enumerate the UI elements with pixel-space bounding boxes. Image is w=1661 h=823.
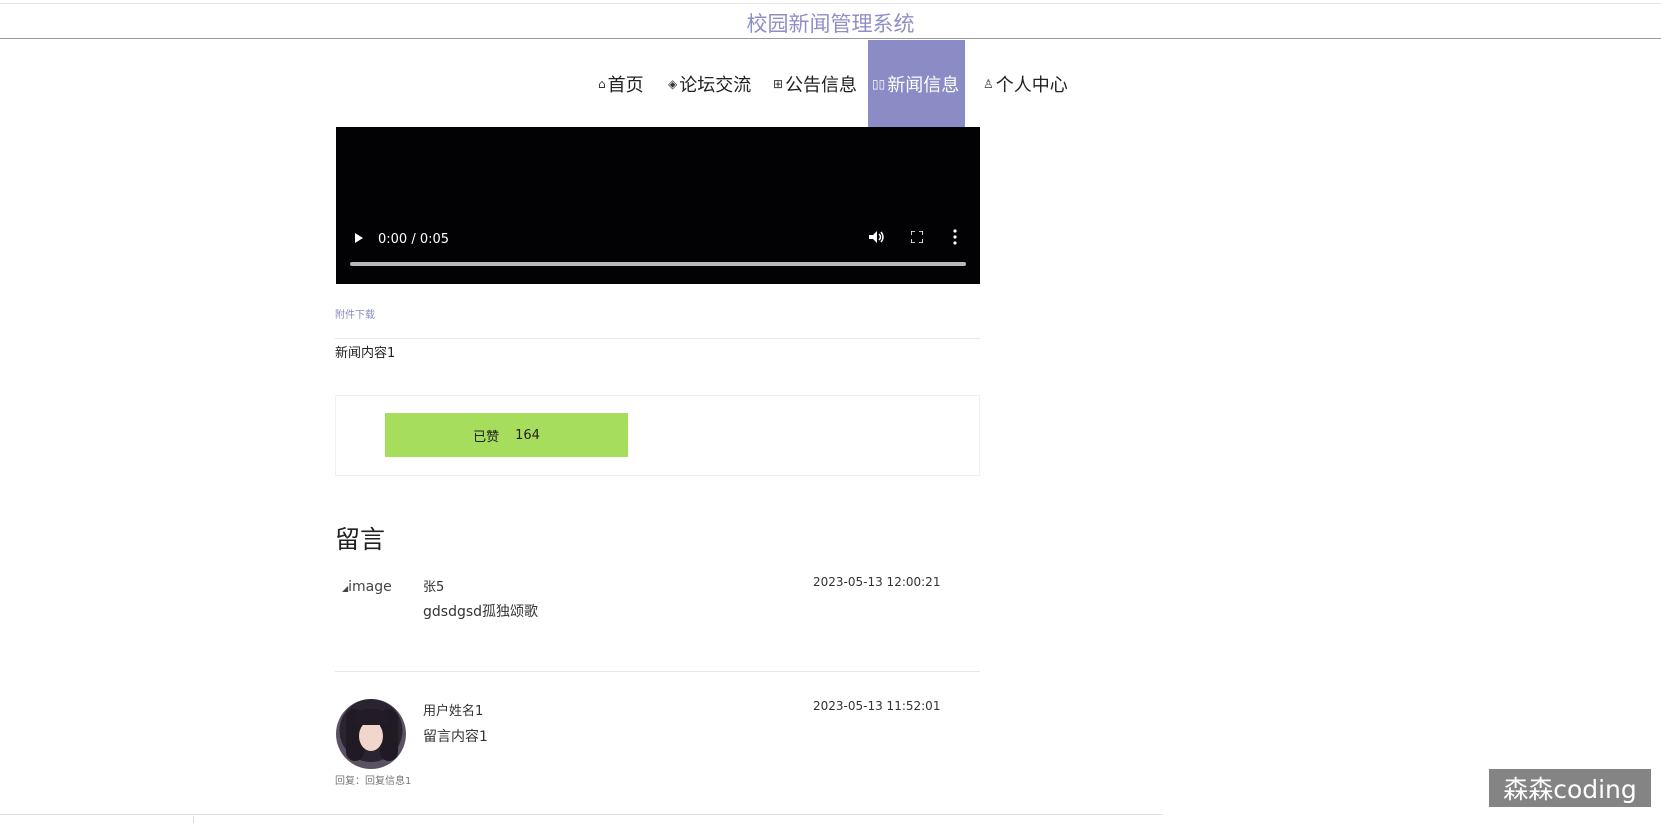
nav-item-announcements[interactable]: ⊞ 公告信息: [773, 40, 857, 128]
nav-item-label: 公告信息: [785, 75, 858, 96]
comment-reply: 回复：回复信息1: [335, 776, 412, 787]
comments-heading: 留言: [335, 525, 386, 554]
nav-item-label: 首页: [607, 75, 644, 96]
attachment-download-link[interactable]: 附件下载: [335, 306, 375, 321]
news-content: 新闻内容1: [335, 346, 396, 361]
book-icon: ▯▯: [872, 77, 886, 91]
like-panel: 已赞 164: [335, 395, 980, 476]
comment-time: 2023-05-13 12:00:21: [813, 575, 941, 589]
more-options-icon[interactable]: [953, 229, 957, 245]
fullscreen-icon[interactable]: [911, 231, 923, 243]
nav-item-label: 新闻信息: [887, 75, 960, 96]
content-divider: [335, 338, 980, 339]
layers-icon: ◈: [668, 77, 678, 91]
site-title: 校园新闻管理系统: [746, 12, 915, 36]
volume-icon[interactable]: [868, 230, 886, 244]
gift-icon: ⊞: [773, 77, 784, 91]
nav-item-news[interactable]: ▯▯ 新闻信息: [868, 40, 965, 128]
nav-item-forum[interactable]: ◈ 论坛交流: [668, 40, 751, 128]
top-border: [0, 3, 1661, 4]
main-nav: ⌂ 首页 ◈ 论坛交流 ⊞ 公告信息 ▯▯ 新闻信息 ♙ 个人中心: [0, 40, 1661, 128]
bottom-divider: [0, 814, 1163, 815]
avatar: [336, 699, 406, 769]
like-label: 已赞: [473, 429, 500, 445]
play-icon[interactable]: [355, 233, 363, 243]
comment-text: gdsdgsd孤独颂歌: [423, 604, 539, 620]
watermark: 森森coding: [1489, 769, 1651, 807]
nav-item-label: 论坛交流: [679, 75, 752, 96]
nav-item-profile[interactable]: ♙ 个人中心: [983, 40, 1068, 128]
video-time: 0:00 / 0:05: [378, 232, 450, 247]
comment-author: 张5: [423, 580, 445, 595]
user-icon: ♙: [983, 77, 994, 91]
comment-text: 留言内容1: [423, 729, 488, 745]
like-count: 164: [515, 427, 540, 443]
header-divider: [0, 38, 1661, 39]
comment-author: 用户姓名1: [423, 704, 484, 719]
bottom-tick: [193, 816, 194, 823]
video-progress-bar[interactable]: [350, 262, 966, 266]
comment-divider: [335, 671, 980, 672]
like-button[interactable]: 已赞 164: [385, 413, 628, 457]
home-icon: ⌂: [598, 77, 606, 91]
broken-avatar-image: ◢image: [342, 579, 392, 595]
nav-item-label: 个人中心: [995, 75, 1068, 96]
comment-time: 2023-05-13 11:52:01: [813, 699, 941, 713]
nav-item-home[interactable]: ⌂ 首页: [598, 40, 644, 128]
video-player[interactable]: 0:00 / 0:05: [336, 127, 980, 284]
